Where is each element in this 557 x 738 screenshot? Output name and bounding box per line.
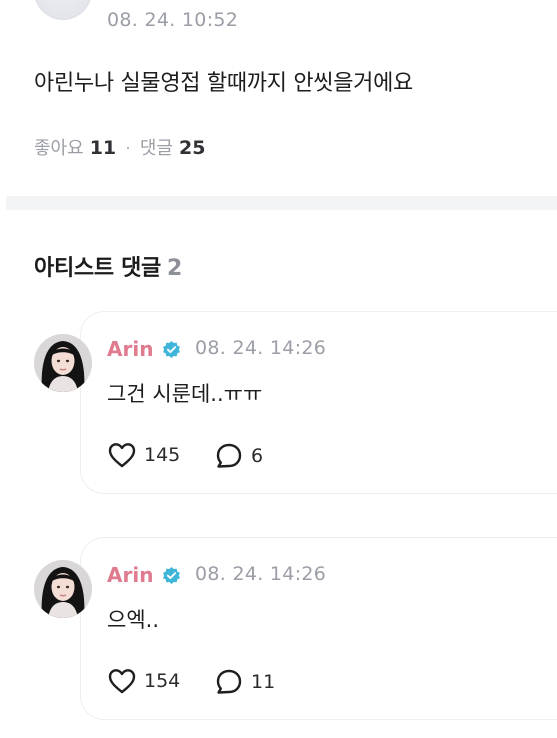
artist-comments-count: 2 — [167, 256, 183, 281]
reply-count: 11 — [251, 671, 276, 693]
verified-badge-icon — [163, 340, 180, 359]
comment-author-name[interactable]: Arin — [107, 563, 153, 587]
stats-separator: · — [125, 138, 131, 159]
post-author-avatar[interactable] — [34, 0, 92, 20]
like-count: 145 — [144, 444, 181, 466]
like-button[interactable]: 154 — [108, 668, 180, 694]
post-stats: 좋아요 11 · 댓글 25 — [34, 134, 205, 160]
reply-button[interactable]: 11 — [215, 668, 275, 696]
fan-post-page: 08. 24. 10:52 아린누나 실물영접 할때까지 안씻을거에요 좋아요 … — [0, 0, 557, 738]
heart-icon — [108, 669, 136, 694]
speech-bubble-icon — [216, 443, 242, 468]
comment-timestamp: 08. 24. 14:26 — [195, 563, 327, 585]
comment-author-name[interactable]: Arin — [107, 337, 153, 361]
artist-comments-title: 아티스트 댓글 — [34, 256, 161, 281]
comment-timestamp: 08. 24. 14:26 — [195, 337, 327, 359]
comment-text: 그건 시룬데..ㅠㅠ — [107, 382, 263, 406]
post-body-text: 아린누나 실물영접 할때까지 안씻을거에요 — [34, 71, 414, 96]
speech-bubble-icon — [216, 669, 242, 694]
likes-label[interactable]: 좋아요 — [34, 134, 84, 160]
reply-count: 6 — [251, 445, 264, 467]
avatar[interactable] — [34, 560, 92, 618]
comments-label[interactable]: 댓글 — [140, 134, 173, 160]
section-divider — [6, 196, 557, 210]
reply-button[interactable]: 6 — [215, 442, 263, 470]
post-timestamp: 08. 24. 10:52 — [107, 9, 239, 31]
verified-badge-icon — [163, 566, 180, 585]
likes-count[interactable]: 11 — [90, 137, 116, 159]
like-count: 154 — [144, 670, 181, 692]
avatar[interactable] — [34, 334, 92, 392]
heart-icon — [108, 443, 136, 468]
comment-text: 으엑.. — [107, 608, 159, 632]
like-button[interactable]: 145 — [108, 442, 180, 468]
comments-count[interactable]: 25 — [179, 137, 205, 159]
artist-comments-heading: 아티스트 댓글 2 — [34, 250, 182, 282]
